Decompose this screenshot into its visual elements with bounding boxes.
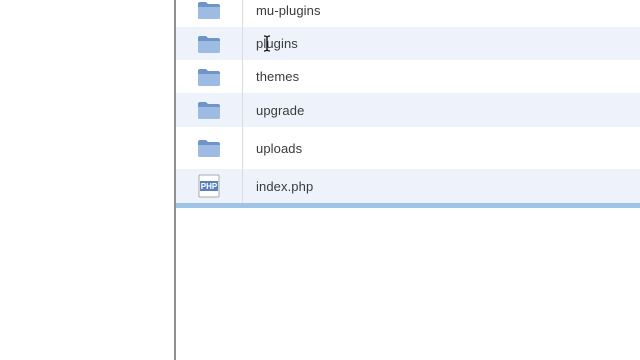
file-name: themes (256, 69, 300, 84)
list-item[interactable]: uploads (176, 127, 640, 169)
list-bottom-border (176, 203, 640, 208)
column-divider (242, 93, 243, 127)
list-item[interactable]: mu-plugins (176, 0, 640, 27)
list-item[interactable]: upgrade (176, 93, 640, 127)
list-item[interactable]: plugins (176, 27, 640, 60)
file-name: index.php (256, 178, 314, 194)
text-cursor-icon (263, 35, 271, 52)
column-divider (242, 127, 243, 169)
php-file-icon: PHP (176, 169, 242, 203)
folder-icon (176, 127, 242, 169)
file-name: uploads (256, 140, 303, 156)
list-item[interactable]: themes (176, 60, 640, 93)
column-divider (242, 27, 243, 60)
left-pane (0, 0, 174, 360)
column-divider (242, 60, 243, 93)
folder-icon (176, 27, 242, 60)
folder-icon (176, 0, 242, 27)
folder-icon (176, 60, 242, 93)
file-name: mu-plugins (256, 2, 321, 18)
column-divider (242, 169, 243, 203)
column-divider (242, 0, 243, 27)
file-list: mu-plugins plugins themes upgrade upload… (176, 0, 640, 360)
folder-icon (176, 93, 242, 127)
file-name: upgrade (256, 102, 305, 118)
php-icon-label: PHP (201, 182, 218, 191)
list-item[interactable]: PHP index.php (176, 169, 640, 203)
